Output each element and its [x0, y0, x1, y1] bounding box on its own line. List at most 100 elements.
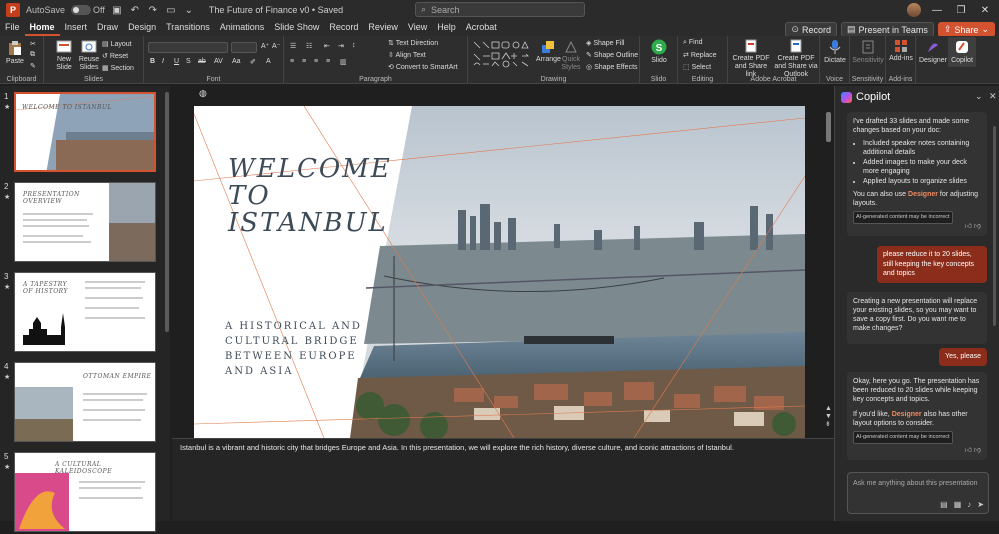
chevron-down-icon[interactable]: ⌄ [975, 91, 983, 102]
find-button[interactable]: ⌕ Find [683, 39, 703, 47]
reuse-slides-button[interactable]: Reuse Slides [78, 40, 100, 72]
addins-button[interactable]: Add-ins [888, 39, 914, 63]
char-spacing-icon[interactable]: AV [214, 58, 223, 65]
slide-title[interactable]: WELCOME TO ISTANBUL [228, 156, 392, 237]
create-pdf-share-link-button[interactable]: Create PDF and Share link [730, 39, 772, 79]
document-title[interactable]: The Future of Finance v0 • Saved [209, 5, 343, 15]
tab-home[interactable]: Home [24, 20, 60, 36]
tab-draw[interactable]: Draw [92, 20, 123, 36]
decrease-indent-icon[interactable]: ⇤ [324, 42, 330, 50]
tab-help[interactable]: Help [432, 20, 461, 36]
tab-design[interactable]: Design [123, 20, 161, 36]
thumbnail-slide-1[interactable]: 1 ★ WELCOME TO ISTANBUL [2, 92, 168, 174]
italic-icon[interactable]: I [162, 58, 164, 65]
prompt-guide-icon[interactable]: ▤ [940, 500, 948, 509]
designer-link[interactable]: Designer [892, 411, 922, 418]
create-pdf-outlook-button[interactable]: Create PDF and Share via Outlook [774, 39, 818, 79]
copilot-input[interactable]: Ask me anything about this presentation … [847, 472, 989, 514]
record-button[interactable]: ⊙ Record [785, 22, 837, 37]
present-in-teams-button[interactable]: ▤ Present in Teams [840, 22, 934, 37]
font-color-icon[interactable]: A [266, 58, 271, 65]
decrease-font-icon[interactable]: A⁻ [272, 42, 280, 50]
avatar[interactable] [907, 3, 921, 17]
slide-subtitle[interactable]: A HISTORICAL AND CULTURAL BRIDGE BETWEEN… [225, 319, 362, 379]
font-size-select[interactable] [231, 42, 257, 53]
thumbnail-slide-2[interactable]: 2 ★ PRESENTATION OVERVIEW [2, 182, 168, 264]
send-icon[interactable]: ➤ [977, 500, 984, 509]
replace-button[interactable]: ⇄ Replace [683, 51, 717, 59]
microphone-icon[interactable]: ♪ [967, 500, 971, 509]
slide-nav-arrows-icon[interactable]: ▲ ▼ ⇟ [825, 405, 832, 429]
view-prompts-icon[interactable]: ▦ [954, 500, 962, 509]
thumbnail-slide-4[interactable]: 4 ★ OTTOMAN EMPIRE [2, 362, 168, 444]
close-window-icon[interactable]: ✕ [977, 5, 993, 16]
font-family-select[interactable] [148, 42, 228, 53]
shapes-gallery-icon[interactable] [472, 40, 530, 68]
tab-file[interactable]: File [0, 20, 25, 36]
close-icon[interactable]: ✕ [989, 91, 997, 102]
shape-effects-button[interactable]: ◎ Shape Effects [586, 63, 638, 71]
tab-acrobat[interactable]: Acrobat [461, 20, 502, 36]
text-direction-button[interactable]: ⇅ Text Direction [388, 39, 438, 47]
tab-slide-show[interactable]: Slide Show [269, 20, 324, 36]
designer-link[interactable]: Designer [908, 191, 938, 198]
reset-button[interactable]: ↺ Reset [102, 52, 128, 60]
numbering-icon[interactable]: ☷ [306, 42, 312, 50]
current-slide[interactable]: WELCOME TO ISTANBUL A HISTORICAL AND CUL… [194, 106, 805, 438]
autosave-toggle[interactable] [71, 5, 92, 15]
tab-record[interactable]: Record [324, 20, 363, 36]
highlight-icon[interactable]: ✐ [250, 58, 256, 66]
columns-icon[interactable]: ▥ [340, 58, 347, 66]
thumbnails-scrollbar[interactable] [165, 92, 169, 332]
restore-icon[interactable]: ❐ [953, 5, 969, 16]
new-slide-button[interactable]: New Slide [52, 40, 76, 72]
copilot-scrollbar[interactable] [993, 126, 996, 326]
line-spacing-icon[interactable]: ↕ [352, 42, 356, 49]
increase-indent-icon[interactable]: ⇥ [338, 42, 344, 50]
align-text-button[interactable]: ⇳ Align Text [388, 51, 426, 59]
justify-icon[interactable]: ≡ [326, 58, 330, 65]
shadow-icon[interactable]: S [186, 58, 191, 65]
change-case-icon[interactable]: Aa [232, 58, 241, 65]
undo-icon[interactable]: ↶ [129, 5, 141, 16]
dictate-button[interactable]: Dictate [823, 39, 847, 65]
quick-styles-button[interactable]: Quick Styles [560, 40, 582, 72]
search-box[interactable]: ⌕ Search [415, 2, 585, 17]
copilot-ribbon-button[interactable]: Copilot [948, 37, 976, 67]
cut-icon[interactable]: ✂ [30, 40, 36, 48]
thumbnail-slide-5[interactable]: 5 ★ A CULTURAL KALEIDOSCOPE [2, 452, 168, 534]
designer-button[interactable]: Designer [918, 39, 948, 65]
slido-button[interactable]: S Slido [646, 39, 672, 65]
layout-button[interactable]: ▤ Layout [102, 40, 132, 48]
convert-smartart-button[interactable]: ⟲ Convert to SmartArt [388, 63, 458, 71]
redo-icon[interactable]: ↷ [147, 5, 159, 16]
more-icon[interactable]: ⌄ [183, 5, 195, 16]
sensitivity-button[interactable]: Sensitivity [852, 39, 884, 65]
save-icon[interactable]: ▣ [111, 5, 123, 16]
editor-scrollbar[interactable] [826, 112, 831, 142]
align-left-icon[interactable]: ≡ [290, 58, 294, 65]
copy-icon[interactable]: ⧉ [30, 51, 35, 59]
strikethrough-icon[interactable]: ab [198, 58, 206, 65]
align-center-icon[interactable]: ≡ [302, 58, 306, 65]
select-button[interactable]: ⬚ Select [683, 63, 711, 71]
speaker-notes[interactable]: Istanbul is a vibrant and historic city … [172, 438, 834, 521]
align-right-icon[interactable]: ≡ [314, 58, 318, 65]
shape-fill-button[interactable]: ◈ Shape Fill [586, 39, 624, 47]
paste-button[interactable]: Paste [4, 40, 26, 66]
feedback-icons[interactable]: 👍︎ 👎︎ [965, 222, 981, 231]
increase-font-icon[interactable]: A⁺ [261, 42, 269, 50]
tab-insert[interactable]: Insert [60, 20, 93, 36]
section-button[interactable]: ▦ Section [102, 64, 134, 72]
bullets-icon[interactable]: ☰ [290, 42, 296, 50]
tab-animations[interactable]: Animations [215, 20, 270, 36]
shape-outline-button[interactable]: ✎ Shape Outline [586, 51, 638, 59]
present-icon[interactable]: ▭ [165, 5, 177, 16]
accessibility-icon[interactable]: ◍ [199, 88, 207, 99]
share-button[interactable]: ⇪ Share ⌄ [937, 22, 995, 37]
tab-view[interactable]: View [403, 20, 432, 36]
format-painter-icon[interactable]: ✎ [30, 62, 36, 70]
arrange-button[interactable]: Arrange [536, 40, 561, 64]
tab-transitions[interactable]: Transitions [161, 20, 215, 36]
underline-icon[interactable]: U [174, 58, 179, 65]
